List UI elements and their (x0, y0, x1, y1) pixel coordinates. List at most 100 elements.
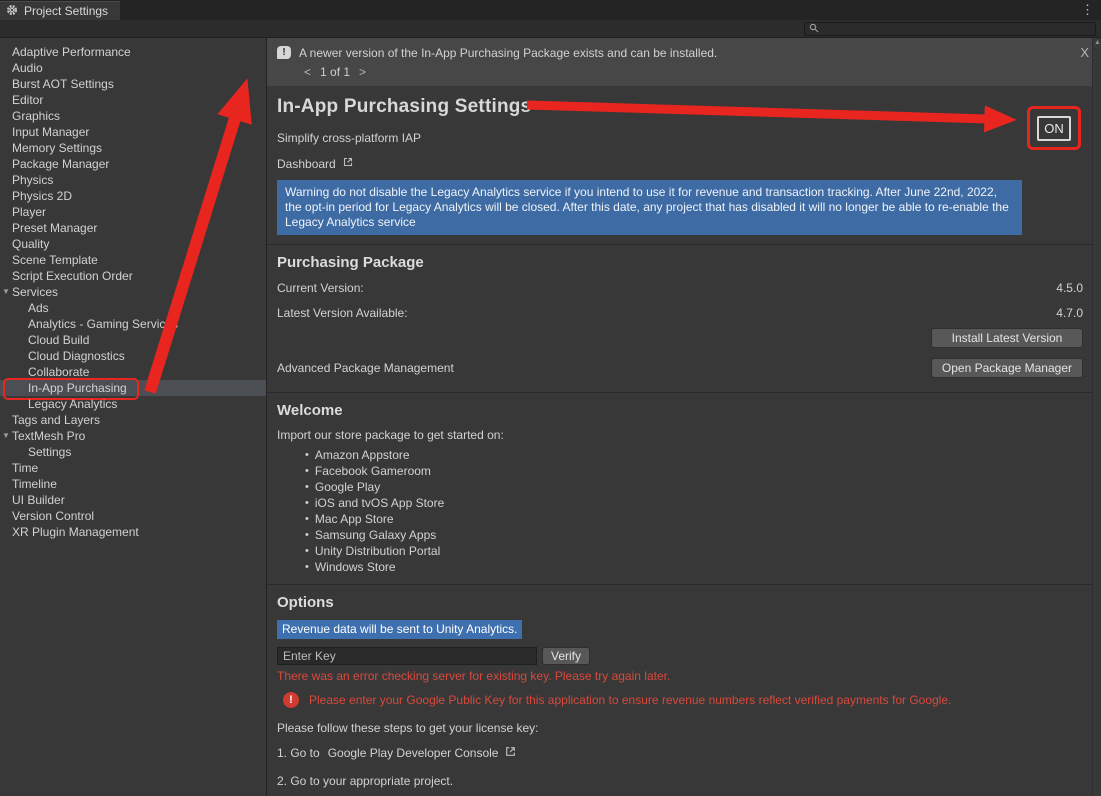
sidebar-item[interactable]: ▼ Quality (0, 236, 266, 252)
sidebar-item[interactable]: ▼ Burst AOT Settings (0, 76, 266, 92)
store-name: Google Play (315, 479, 380, 495)
sidebar-item[interactable]: ▼ Input Manager (0, 124, 266, 140)
banner-message: A newer version of the In-App Purchasing… (299, 46, 717, 60)
external-link-icon (504, 745, 517, 761)
kebab-menu-icon[interactable]: ⋮ (1081, 2, 1094, 18)
store-name: Windows Store (315, 559, 396, 575)
tab-title: Project Settings (24, 4, 108, 18)
sidebar-item-label: Legacy Analytics (28, 396, 117, 412)
install-latest-version-button[interactable]: Install Latest Version (931, 328, 1083, 348)
sidebar-item-label: Physics 2D (12, 188, 72, 204)
welcome-heading: Welcome (277, 402, 1091, 420)
store-list-item: •Facebook Gameroom (305, 463, 1091, 479)
window-content: ▼ Adaptive Performance ▼ Audio ▼ Burst A… (0, 38, 1101, 796)
sidebar-item[interactable]: ▼ Script Execution Order (0, 268, 266, 284)
sidebar-item[interactable]: ▼ Memory Settings (0, 140, 266, 156)
verify-button[interactable]: Verify (542, 647, 590, 665)
pager-next-button[interactable]: > (359, 65, 366, 79)
google-key-error-text: Please enter your Google Public Key for … (309, 693, 951, 707)
open-package-manager-button[interactable]: Open Package Manager (931, 358, 1083, 378)
sidebar-item[interactable]: ▼ Package Manager (0, 156, 266, 172)
scroll-up-icon[interactable]: ▲ (1094, 39, 1101, 46)
sidebar-item[interactable]: ▼ Version Control (0, 508, 266, 524)
sidebar-item-label: Adaptive Performance (12, 44, 131, 60)
sidebar-item[interactable]: ▼ Collaborate (0, 364, 266, 380)
sidebar-item[interactable]: ▼ Analytics - Gaming Services (0, 316, 266, 332)
sidebar-item[interactable]: ▼ Preset Manager (0, 220, 266, 236)
pager-prev-button[interactable]: < (304, 65, 311, 79)
sidebar-item[interactable]: ▼ Tags and Layers (0, 412, 266, 428)
error-icon: ! (283, 692, 299, 708)
sidebar-item[interactable]: ▼ Player (0, 204, 266, 220)
iap-settings-page: In-App Purchasing Settings Simplify cros… (267, 96, 1101, 788)
pager-count: 1 of 1 (320, 65, 350, 79)
foldout-icon[interactable]: ▼ (2, 428, 12, 444)
step-2: 2. Go to your appropriate project. (277, 774, 1091, 788)
sidebar-item-label: Services (12, 284, 58, 300)
store-list-item: •Amazon Appstore (305, 447, 1091, 463)
sidebar-item-label: Cloud Build (28, 332, 89, 348)
sidebar-item[interactable]: ▼ In-App Purchasing (0, 380, 266, 396)
current-version-row: Current Version: 4.5.0 (277, 281, 1091, 295)
search-input[interactable] (823, 23, 1091, 35)
dashboard-label: Dashboard (277, 157, 336, 171)
banner-close-button[interactable]: X (1080, 45, 1089, 60)
sidebar-item[interactable]: ▼ Scene Template (0, 252, 266, 268)
sidebar-item-label: Timeline (12, 476, 57, 492)
license-key-input[interactable] (277, 647, 537, 665)
store-intro: Import our store package to get started … (277, 428, 1091, 442)
store-name: Facebook Gameroom (315, 463, 431, 479)
sidebar-item[interactable]: ▼ Graphics (0, 108, 266, 124)
sidebar-item[interactable]: ▼ Settings (0, 444, 266, 460)
google-key-error-row: ! Please enter your Google Public Key fo… (277, 691, 1091, 709)
sidebar-item[interactable]: ▼ Cloud Build (0, 332, 266, 348)
step-1: 1. Go to Google Play Developer Console (277, 745, 1091, 761)
sidebar-item[interactable]: ▼ XR Plugin Management (0, 524, 266, 540)
sidebar-item-label: Collaborate (28, 364, 89, 380)
sidebar-item-label: XR Plugin Management (12, 524, 139, 540)
sidebar-item-label: Player (12, 204, 46, 220)
analytics-note: Revenue data will be sent to Unity Analy… (277, 620, 522, 639)
sidebar-item[interactable]: ▼ Cloud Diagnostics (0, 348, 266, 364)
sidebar-item[interactable]: ▼ UI Builder (0, 492, 266, 508)
sidebar-item[interactable]: ▼ Physics 2D (0, 188, 266, 204)
bullet-icon: • (305, 479, 309, 495)
sidebar-item-label: Input Manager (12, 124, 89, 140)
install-row: Install Latest Version (277, 328, 1091, 348)
google-play-console-link[interactable]: Google Play Developer Console (328, 745, 518, 761)
sidebar-item[interactable]: ▼ Services (0, 284, 266, 300)
sidebar-item-label: Graphics (12, 108, 60, 124)
on-annotation-box: ON (1027, 106, 1081, 150)
bullet-icon: • (305, 447, 309, 463)
sidebar-item[interactable]: ▼ Audio (0, 60, 266, 76)
dashboard-link[interactable]: Dashboard (277, 156, 1091, 171)
step-1-prefix: 1. Go to (277, 746, 320, 760)
foldout-icon[interactable]: ▼ (2, 284, 12, 300)
sidebar-item-label: Time (12, 460, 38, 476)
toolbar (0, 20, 1101, 38)
tab-project-settings[interactable]: Project Settings (0, 1, 120, 20)
sidebar-item[interactable]: ▼ Time (0, 460, 266, 476)
settings-sidebar: ▼ Adaptive Performance ▼ Audio ▼ Burst A… (0, 38, 267, 796)
scrollbar[interactable]: ▲ (1092, 38, 1101, 796)
sidebar-item-label: UI Builder (12, 492, 65, 508)
sidebar-item-label: Cloud Diagnostics (28, 348, 125, 364)
store-list: •Amazon Appstore •Facebook Gameroom •Goo… (305, 447, 1091, 575)
sidebar-item[interactable]: ▼ Adaptive Performance (0, 44, 266, 60)
sidebar-item[interactable]: ▼ TextMesh Pro (0, 428, 266, 444)
search-box[interactable] (804, 22, 1096, 36)
sidebar-item[interactable]: ▼ Physics (0, 172, 266, 188)
bullet-icon: • (305, 543, 309, 559)
sidebar-item[interactable]: ▼ Ads (0, 300, 266, 316)
iap-toggle-button[interactable]: ON (1037, 116, 1071, 141)
sidebar-item-label: Burst AOT Settings (12, 76, 114, 92)
sidebar-item[interactable]: ▼ Editor (0, 92, 266, 108)
settings-main-panel: ! A newer version of the In-App Purchasi… (267, 38, 1101, 796)
store-list-item: •Samsung Galaxy Apps (305, 527, 1091, 543)
latest-version-row: Latest Version Available: 4.7.0 (277, 306, 1091, 320)
section-divider (267, 584, 1101, 585)
sidebar-item[interactable]: ▼ Legacy Analytics (0, 396, 266, 412)
sidebar-item[interactable]: ▼ Timeline (0, 476, 266, 492)
sidebar-item-label: Scene Template (12, 252, 98, 268)
sidebar-item-label: Tags and Layers (12, 412, 100, 428)
